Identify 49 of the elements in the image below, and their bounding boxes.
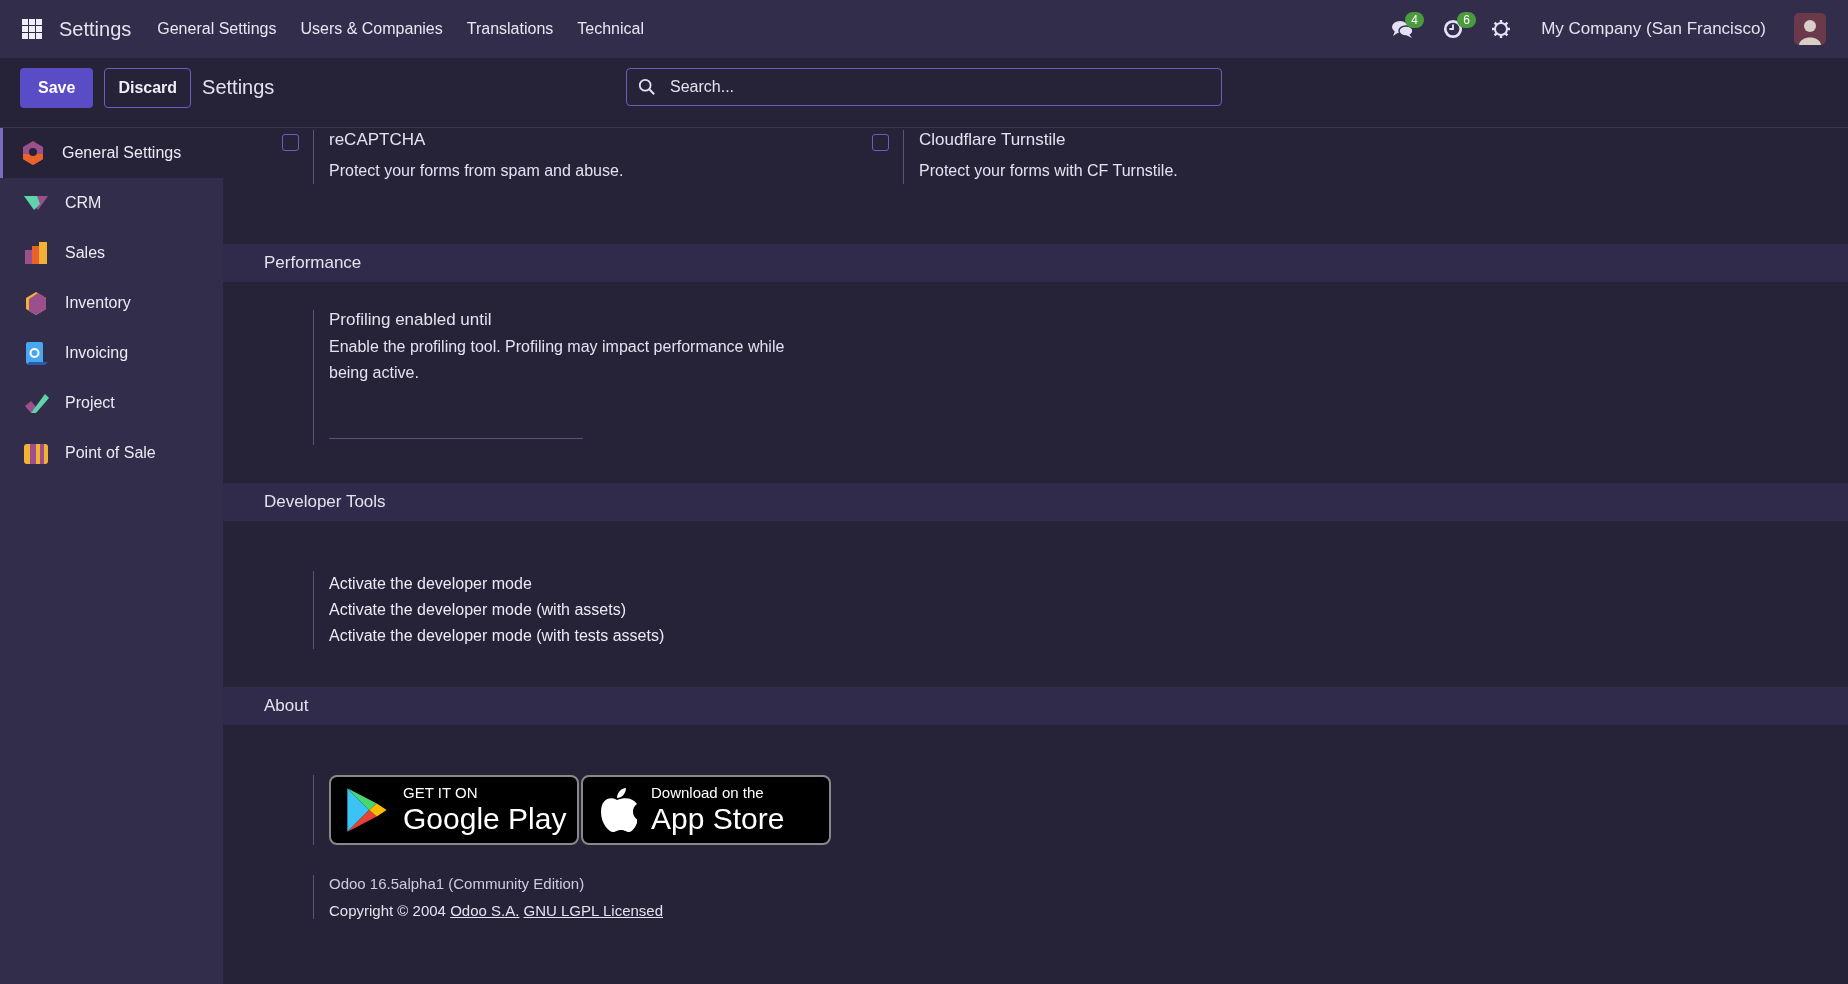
hexagon-icon <box>20 140 46 166</box>
setting-title: Profiling enabled until <box>329 310 493 330</box>
checkbox[interactable] <box>282 134 299 151</box>
message-count: 4 <box>1405 12 1424 28</box>
app-store-badge[interactable]: Download on the App Store <box>581 775 831 845</box>
setting-description: Protect your forms with CF Turnstile. <box>919 161 1178 181</box>
version-text: Odoo 16.5alpha1 (Community Edition) <box>329 875 586 892</box>
play-triangle-icon <box>345 786 389 834</box>
invoice-icon <box>23 340 49 366</box>
cube-icon <box>23 290 49 316</box>
avatar-icon[interactable] <box>1794 13 1826 45</box>
developer-mode-link[interactable]: Activate the developer mode (with assets) <box>329 597 665 623</box>
sidebar-item[interactable]: Invoicing <box>0 328 223 378</box>
license-link[interactable]: Odoo S.A. <box>450 902 520 919</box>
section-title: Performance <box>264 253 362 273</box>
menu-item[interactable]: General Settings <box>157 20 277 38</box>
apps-grid-icon[interactable] <box>22 19 42 39</box>
sidebar-item[interactable]: Sales <box>0 228 223 278</box>
sidebar-item[interactable]: Inventory <box>0 278 223 328</box>
setting-description: Enable the profiling tool. Profiling may impact performance while being active. <box>329 337 786 383</box>
activity-count: 6 <box>1457 12 1476 28</box>
sidebar-item[interactable]: CRM <box>0 178 223 228</box>
sidebar-item[interactable]: Project <box>0 378 223 428</box>
checkbox[interactable] <box>872 134 889 151</box>
save-button[interactable]: Save <box>20 68 94 108</box>
developer-mode-link[interactable]: Activate the developer mode <box>329 571 665 597</box>
setting-title: reCAPTCHA <box>329 130 427 150</box>
menu-item[interactable]: Users & Companies <box>300 20 443 38</box>
setting-title: Cloudflare Turnstile <box>919 130 1067 150</box>
breadcrumb: Settings <box>202 76 275 99</box>
copyright-text: Copyright © 2004 Odoo S.A. GNU LGPL Licensed <box>329 902 665 919</box>
menu-item[interactable]: Translations <box>466 20 554 38</box>
section-title: Developer Tools <box>264 492 386 512</box>
sidebar-item[interactable]: Point of Sale <box>0 428 223 478</box>
search-field[interactable]: Search... <box>626 68 1222 106</box>
section-title: About <box>264 696 309 716</box>
license-link[interactable]: GNU LGPL Licensed <box>523 902 664 919</box>
app-title[interactable]: Settings <box>59 17 132 41</box>
search-icon <box>638 78 656 96</box>
sidebar-item[interactable]: General Settings <box>0 128 223 178</box>
clock-icon[interactable] <box>1443 19 1464 39</box>
setting-description: Protect your forms from spam and abuse. <box>329 161 624 181</box>
menu-item[interactable]: Technical <box>577 20 644 38</box>
bar-chart-icon <box>23 240 49 266</box>
gear-icon[interactable] <box>1491 19 1512 39</box>
company-switcher[interactable]: My Company (San Francisco) <box>1541 19 1766 39</box>
developer-mode-link[interactable]: Activate the developer mode (with tests assets) <box>329 623 665 649</box>
discard-button[interactable]: Discard <box>104 68 192 108</box>
google-play-badge[interactable]: GET IT ON Google Play <box>329 775 579 845</box>
